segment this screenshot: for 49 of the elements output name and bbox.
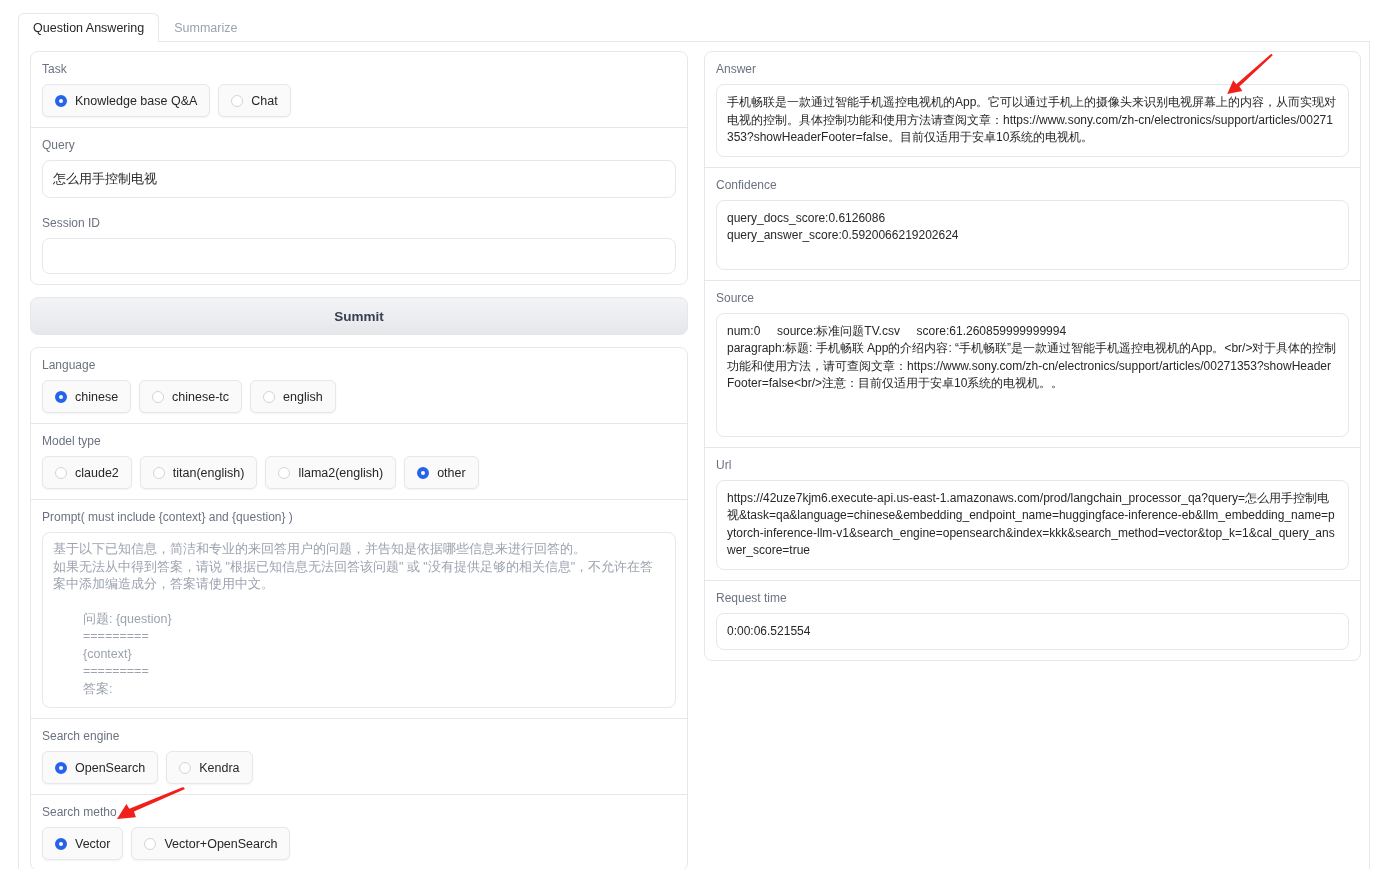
field-label: Confidence xyxy=(716,177,778,192)
radio-option[interactable]: other xyxy=(404,456,479,489)
placeholder-line: 如果无法从中得到答案，请说 "根据已知信息无法回答该问题" 或 "没有提供足够的相关信息"，不允许在答案中添加编造成分，答案请使用中文。 xyxy=(53,558,655,593)
field-label: Url xyxy=(716,457,733,472)
request-time-text: 0:00:06.521554 xyxy=(716,612,1349,650)
radio-icon[interactable] xyxy=(55,94,67,107)
answer-text: 手机畅联是一款通过智能手机遥控电视机的App。它可以通过手机上的摄像头来识别电视屏幕上的内容，从而实现对电视的控制。具体控制功能和使用方法请查阅文章：https://www.sony.com/zh-cn/electronics/support/articles/00271353?showHeaderFooter=false。目前仅适用于安卓10系统的电视机。 xyxy=(716,84,1349,157)
radio-option[interactable]: chinese xyxy=(42,380,132,413)
radio-option[interactable]: Vector+OpenSearch xyxy=(131,827,291,860)
field-label: Prompt( must include {context} and {question} ) xyxy=(42,510,294,524)
field-label: Session ID xyxy=(42,216,102,230)
submit-button[interactable]: Summit xyxy=(30,297,688,335)
radio-icon[interactable] xyxy=(417,466,430,479)
placeholder-line: 问题: {question} xyxy=(82,610,173,628)
field-label: Search metho xyxy=(42,805,118,819)
radio-option[interactable]: Vector xyxy=(42,827,124,860)
radio-option[interactable]: titan(english) xyxy=(139,456,258,489)
radio-option[interactable]: Kendra xyxy=(166,751,253,784)
tab[interactable]: Question Answering xyxy=(18,13,160,42)
radio-option[interactable]: Knowledge base Q&A xyxy=(42,84,211,117)
url-text: https://42uze7kjm6.execute-api.us-east-1.amazonaws.com/prod/langchain_processor_qa?query=怎么用手控制电视&task=qa&language=chinese&embedding_endpoint_name=huggingface-inference-eb&llm_embedding_name=pytorch-inference-llm-v1&search_engine=opensearch&index=kkk&search_method=vector&top_k=1&cal_query_answer_score=true xyxy=(716,479,1349,570)
placeholder-line: 答案: xyxy=(82,680,114,698)
pointer-arrow xyxy=(1225,53,1275,94)
query-field[interactable]: 怎么用手控制电视 xyxy=(42,160,676,198)
placeholder-line: ========= xyxy=(82,628,150,645)
field-label: Answer xyxy=(716,62,757,76)
radio-icon[interactable] xyxy=(55,761,67,774)
placeholder-line: 基于以下已知信息，简洁和专业的来回答用户的问题，并告知是依据哪些信息来进行回答的。 xyxy=(53,541,587,558)
radio-option[interactable]: llama2(english) xyxy=(265,456,397,489)
radio-option[interactable]: english xyxy=(250,380,336,413)
field-label: Model type xyxy=(42,434,102,448)
pointer-arrow xyxy=(115,787,187,821)
source-text: num:0 source:标准问题TV.csv score:61.260859999999994 paragraph:标题: 手机畅联 App的介绍内容: “手机畅联”是一款通过智能手机遥控电视机的App。<br/>对于具体的控制功能和使用方法，请可查阅文章：https://www.sony.com/zh-cn/electronics/support/articles/00271353?showHeaderFooter=false<br/>注意：目前仅适用于安卓10系统的电视机。。 xyxy=(716,312,1349,437)
field-label: Query xyxy=(42,138,76,152)
field-label: Language xyxy=(42,358,97,372)
radio-option[interactable]: claude2 xyxy=(42,456,132,489)
radio-option[interactable]: chinese-tc xyxy=(139,380,243,413)
radio-option[interactable]: Chat xyxy=(218,84,291,117)
confidence-text: query_docs_score:0.6126086 query_answer_score:0.5920066219202624 xyxy=(716,199,1349,270)
radio-icon[interactable] xyxy=(55,390,67,403)
session-id-field[interactable] xyxy=(42,238,676,274)
field-label: Task xyxy=(42,62,68,76)
radio-icon[interactable] xyxy=(55,837,67,850)
placeholder-line: {context} xyxy=(82,645,133,663)
placeholder-line: ========= xyxy=(82,663,150,680)
radio-option[interactable]: OpenSearch xyxy=(42,751,159,784)
field-label: Request time xyxy=(716,590,788,605)
field-label: Source xyxy=(716,290,756,305)
field-label: Search engine xyxy=(42,729,121,743)
